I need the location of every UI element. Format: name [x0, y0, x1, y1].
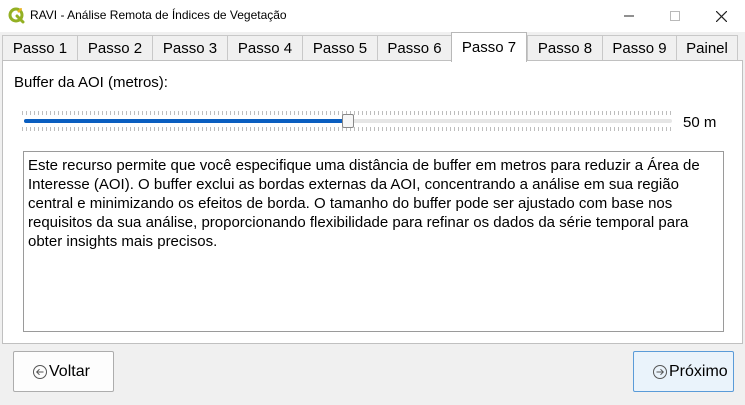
tab-passo-6[interactable]: Passo 6	[377, 35, 452, 61]
tab-label: Passo 1	[12, 40, 68, 57]
tab-label: Passo 2	[87, 40, 143, 57]
maximize-icon	[670, 11, 680, 21]
buffer-slider[interactable]	[22, 109, 674, 133]
description-textbox[interactable]: Este recurso permite que você especifiqu…	[23, 151, 724, 332]
window-title: RAVI - Análise Remota de Índices de Vege…	[30, 8, 287, 22]
tab-passo-2[interactable]: Passo 2	[77, 35, 153, 61]
tab-label: Passo 8	[537, 40, 593, 57]
buffer-value: 50 m	[683, 114, 717, 131]
qgis-logo-icon	[8, 7, 25, 24]
close-icon	[715, 10, 727, 22]
tab-painel[interactable]: Painel	[676, 35, 738, 61]
minimize-button[interactable]	[606, 0, 652, 32]
tab-passo-3[interactable]: Passo 3	[152, 35, 228, 61]
tab-label: Passo 4	[237, 40, 293, 57]
minimize-icon	[624, 15, 634, 17]
tab-passo-5[interactable]: Passo 5	[302, 35, 378, 61]
tab-label: Painel	[686, 40, 728, 57]
buffer-label: Buffer da AOI (metros):	[14, 74, 168, 91]
slider-track-fill	[24, 119, 348, 123]
arrow-left-circle-icon	[33, 364, 47, 379]
slider-handle[interactable]	[342, 114, 354, 128]
tab-passo-7[interactable]: Passo 7	[451, 32, 527, 62]
tab-passo-1[interactable]: Passo 1	[2, 35, 78, 61]
tab-label: Passo 3	[162, 40, 218, 57]
tab-passo-9[interactable]: Passo 9	[602, 35, 677, 61]
tab-passo-8[interactable]: Passo 8	[527, 35, 603, 61]
close-button[interactable]	[698, 0, 744, 32]
next-button[interactable]: Próximo	[633, 351, 734, 392]
back-button[interactable]: Voltar	[13, 351, 114, 392]
arrow-right-circle-icon	[653, 364, 667, 379]
tab-label: Passo 7	[461, 39, 517, 56]
tab-passo-4[interactable]: Passo 4	[227, 35, 303, 61]
tab-label: Passo 9	[612, 40, 667, 57]
maximize-button[interactable]	[652, 0, 698, 32]
title-bar: RAVI - Análise Remota de Índices de Vege…	[0, 0, 745, 32]
tab-label: Passo 6	[387, 40, 442, 57]
next-button-label: Próximo	[669, 362, 728, 380]
tab-label: Passo 5	[312, 40, 368, 57]
back-button-label: Voltar	[49, 362, 90, 380]
tab-bar: Passo 1 Passo 2 Passo 3 Passo 4 Passo 5 …	[0, 32, 745, 62]
